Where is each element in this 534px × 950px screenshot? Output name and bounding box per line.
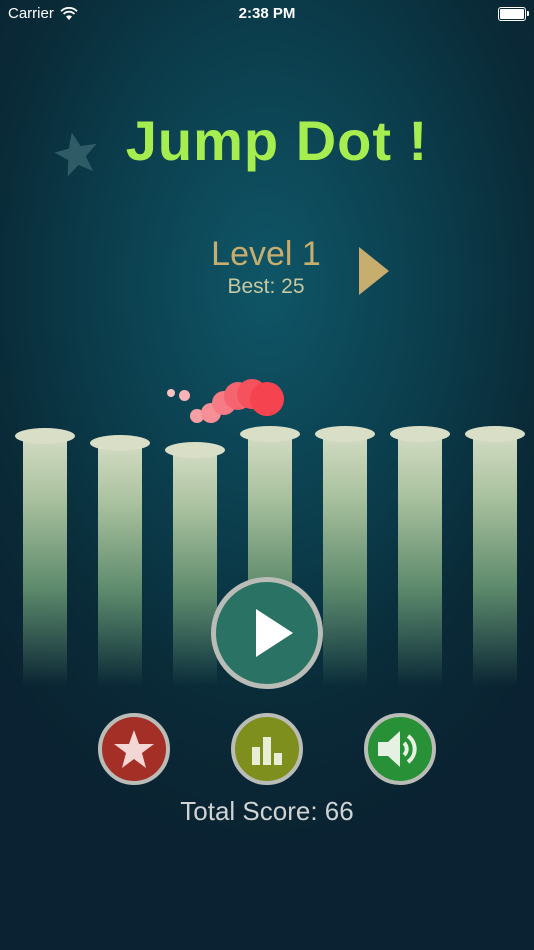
pillar [390,426,450,686]
trail-dot [179,390,190,401]
next-level-button[interactable] [358,246,390,296]
pillar [315,426,375,686]
speaker-icon [378,731,417,767]
star-icon [114,730,154,768]
pillar [165,442,225,686]
play-button[interactable] [211,577,323,689]
battery-icon [498,7,529,21]
leaderboard-button[interactable] [231,713,303,785]
status-bar: Carrier 2:38 PM [0,0,534,28]
game-title: Jump Dot ! [125,109,429,172]
level-info: Level 1 Best: 25 [190,234,342,300]
bar-chart-icon [252,737,282,765]
total-score-label: Total Score: 66 [180,796,354,826]
player-dot [250,382,284,416]
level-label: Level 1 [211,235,321,273]
pillar [465,426,525,686]
triangle-right-icon [359,247,389,295]
best-score-label: Best: 25 [227,275,305,298]
pillar [15,428,75,686]
trail-dot [167,389,175,397]
rate-button[interactable] [98,713,170,785]
sound-button[interactable] [364,713,436,785]
pillar [90,435,150,686]
status-time: 2:38 PM [238,5,296,22]
play-icon [256,609,293,657]
